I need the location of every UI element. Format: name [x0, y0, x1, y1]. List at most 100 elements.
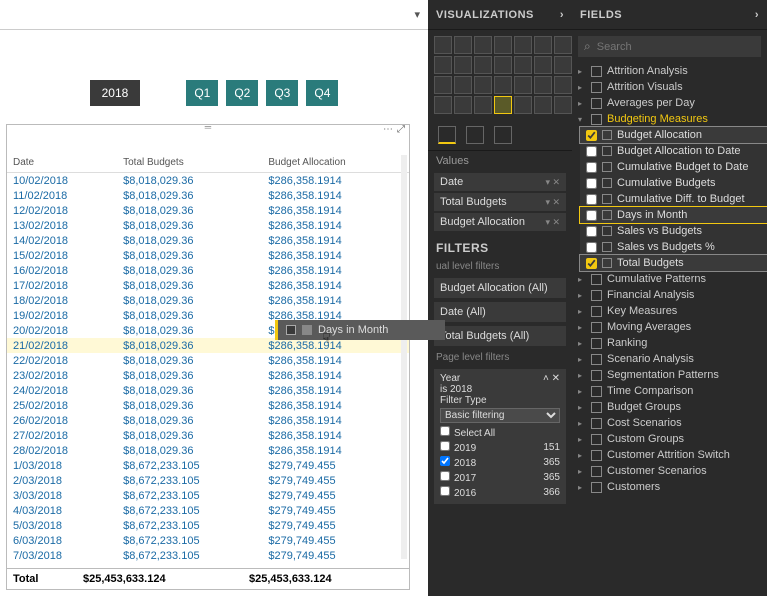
filter-icon[interactable]: ⋯: [383, 124, 393, 135]
viz-type-icon[interactable]: [494, 36, 512, 54]
field-checkbox[interactable]: [586, 178, 597, 189]
table-row[interactable]: 1/03/2018$8,672,233.105$279,749.455: [7, 458, 409, 473]
viz-type-icon[interactable]: [554, 56, 572, 74]
quarter-button-q3[interactable]: Q3: [266, 80, 298, 106]
viz-type-icon[interactable]: [434, 56, 452, 74]
table-row[interactable]: 3/03/2018$8,672,233.105$279,749.455: [7, 488, 409, 503]
close-icon[interactable]: ✕: [552, 373, 560, 384]
year-checkbox[interactable]: [440, 471, 450, 481]
quarter-button-q4[interactable]: Q4: [306, 80, 338, 106]
viz-type-icon[interactable]: [514, 56, 532, 74]
table-row[interactable]: 4/03/2018$8,672,233.105$279,749.455: [7, 503, 409, 518]
table-row[interactable]: 2/03/2018$8,672,233.105$279,749.455: [7, 473, 409, 488]
scrollbar[interactable]: [401, 155, 407, 559]
field-checkbox[interactable]: [586, 258, 597, 269]
table-node[interactable]: ▸Segmentation Patterns: [572, 367, 767, 383]
viz-type-icon[interactable]: [454, 76, 472, 94]
field-checkbox[interactable]: [586, 146, 597, 157]
viz-type-icon[interactable]: [534, 36, 552, 54]
chevron-right-icon[interactable]: ›: [755, 9, 759, 21]
year-filter-card[interactable]: Year ˄ ✕ is 2018 Filter Type Basic filte…: [434, 369, 566, 504]
field-node[interactable]: Sales vs Budgets: [580, 223, 767, 239]
chevron-down-icon[interactable]: ▾ ✕: [545, 217, 560, 228]
table-node[interactable]: ▸Attrition Analysis: [572, 63, 767, 79]
table-row[interactable]: 11/02/2018$8,018,029.36$286,358.1914: [7, 188, 409, 203]
col-header-date[interactable]: Date: [7, 153, 117, 173]
visual-filter-pill[interactable]: Date (All): [434, 302, 566, 322]
chevron-down-icon[interactable]: ▾ ✕: [545, 197, 560, 208]
field-node[interactable]: Days in Month: [580, 207, 767, 223]
table-row[interactable]: 26/02/2018$8,018,029.36$286,358.1914: [7, 413, 409, 428]
viz-type-icon[interactable]: [494, 96, 512, 114]
viz-type-icon[interactable]: [554, 36, 572, 54]
table-row[interactable]: 22/02/2018$8,018,029.36$286,358.1914: [7, 353, 409, 368]
table-row[interactable]: 5/03/2018$8,672,233.105$279,749.455: [7, 518, 409, 533]
table-node[interactable]: ▸Customer Attrition Switch: [572, 447, 767, 463]
table-node[interactable]: ▾Budgeting Measures: [572, 111, 767, 127]
quarter-button-q2[interactable]: Q2: [226, 80, 258, 106]
table-row[interactable]: 25/02/2018$8,018,029.36$286,358.1914: [7, 398, 409, 413]
table-node[interactable]: ▸Financial Analysis: [572, 287, 767, 303]
table-node[interactable]: ▸Customers: [572, 479, 767, 495]
table-node[interactable]: ▸Averages per Day: [572, 95, 767, 111]
field-node[interactable]: Sales vs Budgets %: [580, 239, 767, 255]
table-row[interactable]: 21/02/2018$8,018,029.36$286,358.1914: [7, 338, 409, 353]
viz-type-icon[interactable]: [554, 76, 572, 94]
field-checkbox[interactable]: [586, 226, 597, 237]
table-node[interactable]: ▸Time Comparison: [572, 383, 767, 399]
table-row[interactable]: 23/02/2018$8,018,029.36$286,358.1914: [7, 368, 409, 383]
viz-type-icon[interactable]: [474, 96, 492, 114]
fields-tool-icon[interactable]: [438, 126, 456, 144]
viz-type-icon[interactable]: [514, 76, 532, 94]
table-row[interactable]: 28/02/2018$8,018,029.36$286,358.1914: [7, 443, 409, 458]
year-slicer-button[interactable]: 2018: [90, 80, 141, 106]
viz-type-icon[interactable]: [454, 36, 472, 54]
chevron-down-icon[interactable]: ▾ ✕: [545, 177, 560, 188]
analytics-tool-icon[interactable]: [494, 126, 512, 144]
fields-search-input[interactable]: [597, 41, 755, 53]
filter-type-select[interactable]: Basic filtering: [440, 408, 560, 423]
field-node[interactable]: Cumulative Budget to Date: [580, 159, 767, 175]
visual-filter-pill[interactable]: Budget Allocation (All): [434, 278, 566, 298]
table-node[interactable]: ▸Customer Scenarios: [572, 463, 767, 479]
year-checkbox[interactable]: [440, 486, 450, 496]
fields-panel-header[interactable]: FIELDS ›: [572, 0, 767, 30]
viz-type-icon[interactable]: [534, 76, 552, 94]
viz-type-icon[interactable]: [514, 36, 532, 54]
collapse-icon[interactable]: ˄: [543, 373, 549, 384]
viz-type-icon[interactable]: [474, 36, 492, 54]
resize-handle-icon[interactable]: ═: [205, 122, 211, 132]
year-checkbox[interactable]: [440, 456, 450, 466]
field-checkbox[interactable]: [586, 210, 597, 221]
table-node[interactable]: ▸Attrition Visuals: [572, 79, 767, 95]
table-node[interactable]: ▸Moving Averages: [572, 319, 767, 335]
table-visual[interactable]: ═ ⋯ ⤢ Date Total Budgets Budget Allocati…: [6, 124, 410, 590]
table-row[interactable]: 6/03/2018$8,672,233.105$279,749.455: [7, 533, 409, 548]
viz-type-icon[interactable]: [534, 56, 552, 74]
viz-type-icon[interactable]: [454, 56, 472, 74]
year-checkbox[interactable]: [440, 441, 450, 451]
viz-type-icon[interactable]: [494, 76, 512, 94]
table-row[interactable]: 13/02/2018$8,018,029.36$286,358.1914: [7, 218, 409, 233]
viz-type-icon[interactable]: [474, 76, 492, 94]
table-row[interactable]: 16/02/2018$8,018,029.36$286,358.1914: [7, 263, 409, 278]
select-all-checkbox[interactable]: [440, 426, 450, 436]
table-row[interactable]: 24/02/2018$8,018,029.36$286,358.1914: [7, 383, 409, 398]
table-node[interactable]: ▸Cumulative Patterns: [572, 271, 767, 287]
table-node[interactable]: ▸Ranking: [572, 335, 767, 351]
viz-type-icon[interactable]: [514, 96, 532, 114]
viz-type-icon[interactable]: [434, 36, 452, 54]
table-row[interactable]: 10/02/2018$8,018,029.36$286,358.1914: [7, 173, 409, 189]
year-option-row[interactable]: 2019151: [440, 440, 560, 455]
field-checkbox[interactable]: [586, 162, 597, 173]
table-row[interactable]: 27/02/2018$8,018,029.36$286,358.1914: [7, 428, 409, 443]
fields-search[interactable]: ⌕: [578, 36, 761, 57]
table-row[interactable]: 7/03/2018$8,672,233.105$279,749.455: [7, 548, 409, 563]
focus-icon[interactable]: ⤢: [397, 124, 405, 135]
table-node[interactable]: ▸Key Measures: [572, 303, 767, 319]
table-row[interactable]: 15/02/2018$8,018,029.36$286,358.1914: [7, 248, 409, 263]
field-checkbox[interactable]: [586, 194, 597, 205]
chevron-right-icon[interactable]: ›: [560, 9, 564, 21]
field-checkbox[interactable]: [586, 130, 597, 141]
field-node[interactable]: Cumulative Budgets: [580, 175, 767, 191]
